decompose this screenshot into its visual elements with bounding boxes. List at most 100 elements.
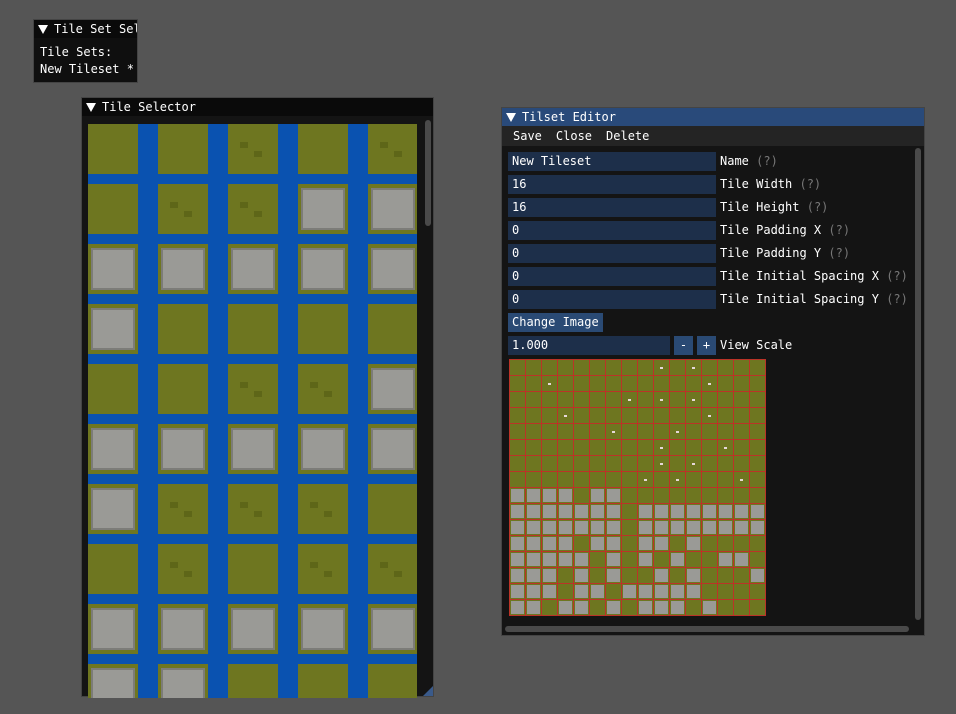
tile-cell[interactable] xyxy=(368,364,417,414)
tile-cell[interactable] xyxy=(228,124,278,174)
tileset-stone-tile xyxy=(591,537,604,550)
tileset-editor-titlebar[interactable]: Tilset Editor xyxy=(502,108,924,126)
tile-cell[interactable] xyxy=(368,304,417,354)
editor-vertical-scrollbar[interactable] xyxy=(915,148,921,620)
tile-cell[interactable] xyxy=(228,304,278,354)
tile-cell[interactable] xyxy=(88,544,138,594)
tile-cell[interactable] xyxy=(368,424,417,474)
view-scale-input[interactable]: 1.000 xyxy=(508,336,670,355)
menu-close[interactable]: Close xyxy=(556,129,592,143)
tile-cell[interactable] xyxy=(88,604,138,654)
help-marker[interactable]: (?) xyxy=(886,269,908,283)
tileset-selector-titlebar[interactable]: Tile Set Sel xyxy=(34,20,137,38)
tile-cell[interactable] xyxy=(158,184,208,234)
tile-cell[interactable] xyxy=(298,544,348,594)
tile-cell[interactable] xyxy=(158,244,208,294)
tile-initial-spacing-y-input[interactable]: 0 xyxy=(508,290,716,309)
collapse-triangle-icon[interactable] xyxy=(86,103,96,112)
change-image-button[interactable]: Change Image xyxy=(508,313,603,332)
tile-cell[interactable] xyxy=(158,304,208,354)
tile-cell[interactable] xyxy=(298,604,348,654)
tile-cell[interactable] xyxy=(298,424,348,474)
tile-cell[interactable] xyxy=(88,304,138,354)
tile-selector-scrollbar[interactable] xyxy=(425,120,431,226)
menu-save[interactable]: Save xyxy=(513,129,542,143)
tile-cell[interactable] xyxy=(298,664,348,698)
resize-grip-icon[interactable] xyxy=(423,686,433,696)
tile-cell[interactable] xyxy=(88,484,138,534)
tile-cell[interactable] xyxy=(158,364,208,414)
tile-cell[interactable] xyxy=(88,364,138,414)
tileset-stone-tile xyxy=(607,489,620,502)
grass-tuft xyxy=(310,502,318,508)
tile-cell[interactable] xyxy=(228,604,278,654)
collapse-triangle-icon[interactable] xyxy=(506,113,516,122)
tile-cell[interactable] xyxy=(228,424,278,474)
help-marker[interactable]: (?) xyxy=(828,246,850,260)
grass-tuft xyxy=(380,562,388,568)
tile-cell[interactable] xyxy=(298,124,348,174)
tile-width-input[interactable]: 16 xyxy=(508,175,716,194)
tileset-stone-tile xyxy=(687,537,700,550)
name-input[interactable]: New Tileset xyxy=(508,152,716,171)
grass-tuft xyxy=(380,142,388,148)
help-marker[interactable]: (?) xyxy=(799,177,821,191)
tile-cell[interactable] xyxy=(228,484,278,534)
tileset-image-preview[interactable] xyxy=(509,359,766,616)
tile-grid[interactable] xyxy=(88,124,417,698)
tile-cell[interactable] xyxy=(88,184,138,234)
tile-cell[interactable] xyxy=(88,424,138,474)
help-marker[interactable]: (?) xyxy=(807,200,829,214)
tile-cell[interactable] xyxy=(88,244,138,294)
tile-cell[interactable] xyxy=(298,184,348,234)
tileset-stone-tile xyxy=(607,601,620,614)
tile-cell[interactable] xyxy=(368,664,417,698)
tile-cell[interactable] xyxy=(228,664,278,698)
tile-cell[interactable] xyxy=(88,664,138,698)
tile-cell[interactable] xyxy=(368,124,417,174)
tile-cell[interactable] xyxy=(158,604,208,654)
tile-cell[interactable] xyxy=(368,484,417,534)
tile-selector-titlebar[interactable]: Tile Selector xyxy=(82,98,433,116)
tile-cell[interactable] xyxy=(228,364,278,414)
help-marker[interactable]: (?) xyxy=(886,292,908,306)
tile-cell[interactable] xyxy=(228,244,278,294)
collapse-triangle-icon[interactable] xyxy=(38,25,48,34)
scale-plus-button[interactable]: + xyxy=(697,336,716,355)
tile-padding-x-label: Tile Padding X xyxy=(720,223,822,237)
tile-cell[interactable] xyxy=(228,544,278,594)
scale-minus-button[interactable]: - xyxy=(674,336,693,355)
tile-cell[interactable] xyxy=(88,124,138,174)
stone-tile-art xyxy=(91,488,135,530)
tileset-stone-tile xyxy=(511,553,524,566)
tile-initial-spacing-x-input[interactable]: 0 xyxy=(508,267,716,286)
tileset-stone-tile xyxy=(655,569,668,582)
tile-cell[interactable] xyxy=(298,304,348,354)
tile-cell[interactable] xyxy=(368,244,417,294)
tile-cell[interactable] xyxy=(228,184,278,234)
tile-cell[interactable] xyxy=(158,664,208,698)
tile-padding-x-input[interactable]: 0 xyxy=(508,221,716,240)
view-scale-label: View Scale xyxy=(720,338,793,352)
tileset-stone-tile xyxy=(527,585,540,598)
tile-cell[interactable] xyxy=(298,364,348,414)
stone-tile-art xyxy=(91,308,135,350)
menu-delete[interactable]: Delete xyxy=(606,129,649,143)
stone-tile-art xyxy=(371,188,415,230)
tile-padding-y-input[interactable]: 0 xyxy=(508,244,716,263)
tileset-stone-tile xyxy=(703,505,716,518)
tile-cell[interactable] xyxy=(368,544,417,594)
tile-cell[interactable] xyxy=(158,124,208,174)
editor-horizontal-scrollbar[interactable] xyxy=(505,626,909,632)
tile-cell[interactable] xyxy=(158,544,208,594)
help-marker[interactable]: (?) xyxy=(756,154,778,168)
tile-cell[interactable] xyxy=(298,484,348,534)
tileset-list-item[interactable]: New Tileset * xyxy=(40,61,137,78)
tile-cell[interactable] xyxy=(158,424,208,474)
tile-height-input[interactable]: 16 xyxy=(508,198,716,217)
tile-cell[interactable] xyxy=(368,184,417,234)
help-marker[interactable]: (?) xyxy=(828,223,850,237)
tile-cell[interactable] xyxy=(298,244,348,294)
tile-cell[interactable] xyxy=(368,604,417,654)
tile-cell[interactable] xyxy=(158,484,208,534)
